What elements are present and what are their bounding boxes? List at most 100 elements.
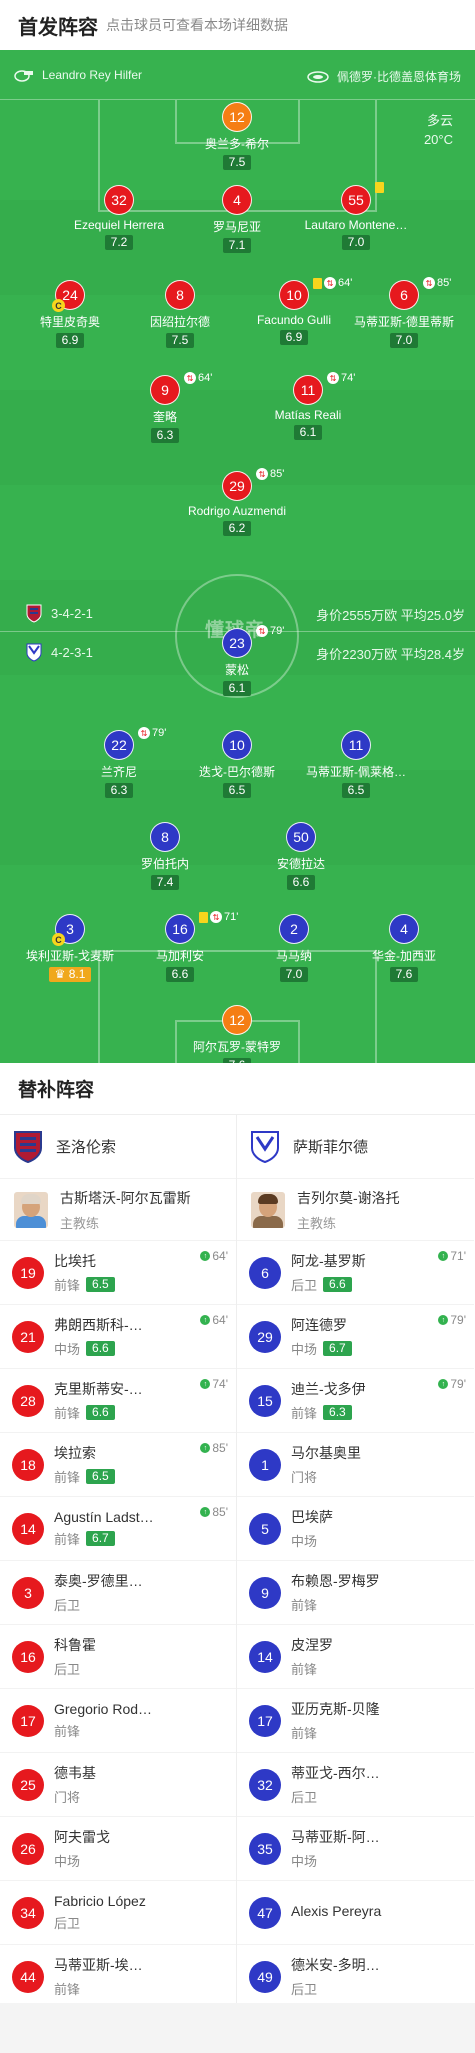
bench-home-team[interactable]: 圣洛伦索: [0, 1115, 236, 1179]
player-name: 马蒂亚斯-佩莱格…: [306, 765, 406, 779]
player-home[interactable]: 55 Lautaro Montene… 7.0: [291, 182, 421, 251]
referee: Leandro Rey Hilfer: [14, 68, 142, 82]
bench-player-info: 比埃托 前锋 6.5: [54, 1251, 164, 1294]
bench-player-row[interactable]: 5 巴埃萨 中场: [237, 1497, 474, 1561]
player-number: 11: [341, 730, 371, 760]
bench-player-row[interactable]: 35 马蒂亚斯-阿… 中场: [237, 1817, 474, 1881]
bench-player-row[interactable]: 15 迪兰-戈多伊 前锋 6.3 ↑ 79': [237, 1369, 474, 1433]
bench-position-text: 前锋: [54, 1982, 81, 1997]
player-rating: 7.6: [389, 967, 419, 982]
bench-player-row[interactable]: 6 阿龙-基罗斯 后卫 6.6 ↑ 71': [237, 1241, 474, 1305]
bench-player-name: 埃拉索: [54, 1445, 96, 1461]
bench-player-number: 5: [249, 1512, 281, 1545]
sub-in-icon: ↑: [438, 1251, 449, 1261]
bench-sub-in: ↑ 64': [200, 1313, 228, 1327]
player-events: ⇅ 74': [327, 372, 355, 384]
bench-player-row[interactable]: 21 弗朗西斯科-… 中场 6.6 ↑ 64': [0, 1305, 236, 1369]
bench-player-row[interactable]: 19 比埃托 前锋 6.5 ↑ 64': [0, 1241, 236, 1305]
bench-player-position: 后卫 6.6: [291, 1275, 401, 1294]
bench-player-name: Fabricio López: [54, 1893, 146, 1909]
bench-player-name: 迪兰-戈多伊: [291, 1381, 366, 1397]
player-away[interactable]: 50 安德拉达 6.6: [236, 822, 366, 891]
sub-minute: 85': [270, 468, 285, 480]
bench-away-coach[interactable]: 吉列尔莫-谢洛托 主教练: [237, 1179, 474, 1241]
player-name: 安德拉达: [276, 857, 325, 871]
player-home[interactable]: 29 ⇅ 85' Rodrigo Auzmendi 6.2: [172, 468, 302, 537]
bench-player-name: 阿夫雷戈: [54, 1829, 110, 1845]
bench-player-rating: 6.6: [323, 1277, 352, 1292]
bench-player-row[interactable]: 9 布赖恩-罗梅罗 前锋: [237, 1561, 474, 1625]
bench-player-row[interactable]: 1 马尔基奥里 门将: [237, 1433, 474, 1497]
bench-player-row[interactable]: 14 皮涅罗 前锋: [237, 1625, 474, 1689]
player-rating: ♛ 8.1: [48, 967, 92, 982]
bench-player-row[interactable]: 32 蒂亚戈-西尔… 后卫: [237, 1753, 474, 1817]
away-team-badge-icon: [26, 643, 42, 662]
player-home[interactable]: 6 ⇅ 85' 马蒂亚斯-德里蒂斯 7.0: [339, 277, 469, 349]
player-name: 罗伯托内: [140, 857, 189, 871]
player-away[interactable]: 11 马蒂亚斯-佩莱格… 6.5: [291, 730, 421, 799]
bench-player-row[interactable]: 28 克里斯蒂安-… 前锋 6.6 ↑ 74': [0, 1369, 236, 1433]
captain-icon: C: [52, 299, 65, 312]
bench-player-row[interactable]: 49 德米安-多明… 后卫: [237, 1945, 474, 2009]
bench-player-number: 16: [12, 1640, 44, 1673]
bench-position-text: 后卫: [54, 1916, 81, 1931]
bench-player-info: Alexis Pereyra: [291, 1903, 401, 1923]
player-away[interactable]: 23 ⇅ 79' 蒙松 6.1: [172, 625, 302, 697]
player-number: 10 ⇅ 64': [279, 277, 352, 310]
bench-player-name: 蒂亚戈-西尔…: [291, 1765, 380, 1781]
player-home[interactable]: 9 ⇅ 64' 奎略 6.3: [100, 372, 230, 444]
bench-player-number: 3: [12, 1576, 44, 1609]
bench-player-position: 前锋 6.5: [54, 1275, 164, 1294]
bench-away-team[interactable]: 萨斯菲尔德: [237, 1115, 474, 1179]
venue-name: 佩德罗·比德盖恩体育场: [337, 70, 461, 84]
player-name: 罗马尼亚: [212, 220, 261, 234]
player-rating: 6.3: [104, 783, 134, 798]
player-name: 兰齐尼: [100, 765, 137, 779]
player-away[interactable]: 16 ⇅ 71' 马加利安 6.6: [115, 911, 245, 983]
bench-home-coach[interactable]: 古斯塔沃-阿尔瓦雷斯 主教练: [0, 1179, 236, 1241]
bench-player-row[interactable]: 26 阿夫雷戈 中场: [0, 1817, 236, 1881]
player-away[interactable]: 10 迭戈-巴尔德斯 6.5: [172, 730, 302, 799]
player-home[interactable]: 11 ⇅ 74' Matías Reali 6.1: [243, 372, 373, 441]
bench-position-text: 前锋: [291, 1662, 318, 1677]
bench-player-position: 中场 6.6: [54, 1339, 164, 1358]
player-away[interactable]: 4 华金-加西亚 7.6: [339, 914, 469, 983]
home-team-badge-icon: [26, 604, 42, 623]
player-home[interactable]: 8 因绍拉尔德 7.5: [115, 280, 245, 349]
bench-player-number: 14: [249, 1640, 281, 1673]
coach-name: 古斯塔沃-阿尔瓦雷斯: [60, 1189, 191, 1206]
bench-player-number: 25: [12, 1768, 44, 1801]
bench-player-row[interactable]: 18 埃拉索 前锋 6.5 ↑ 85': [0, 1433, 236, 1497]
bench-player-row[interactable]: 17 亚历克斯-贝隆 前锋: [237, 1689, 474, 1753]
bench-player-row[interactable]: 25 德韦基 门将: [0, 1753, 236, 1817]
player-name: Matías Reali: [274, 408, 342, 422]
bench-player-position: 前锋: [291, 1595, 401, 1614]
player-away[interactable]: 12 阿尔瓦罗-蒙特罗 7.6: [172, 1005, 302, 1063]
yellow-card-icon: [375, 182, 384, 193]
bench-player-row[interactable]: 17 Gregorio Rod… 前锋: [0, 1689, 236, 1753]
bench-player-row[interactable]: 44 马蒂亚斯-埃… 前锋: [0, 1945, 236, 2009]
player-number: 32: [104, 185, 134, 215]
bench-player-row[interactable]: 29 阿连德罗 中场 6.7 ↑ 79': [237, 1305, 474, 1369]
bench-player-row[interactable]: 34 Fabricio López 后卫: [0, 1881, 236, 1945]
bench-player-number: 35: [249, 1832, 281, 1865]
home-formation: 3-4-2-1: [25, 603, 93, 623]
bench-player-row[interactable]: 16 科鲁霍 后卫: [0, 1625, 236, 1689]
sub-minute: 85': [437, 277, 452, 289]
bench-player-info: 蒂亚戈-西尔… 后卫: [291, 1763, 401, 1806]
player-home[interactable]: 4 罗马尼亚 7.1: [172, 185, 302, 254]
bench-sub-minute: 79': [450, 1377, 466, 1391]
bench-sub-in: ↑ 79': [438, 1313, 466, 1327]
bench-player-row[interactable]: 14 Agustín Ladst… 前锋 6.7 ↑ 85': [0, 1497, 236, 1561]
bench-player-row[interactable]: 3 泰奥-罗德里… 后卫: [0, 1561, 236, 1625]
bench-player-info: 阿龙-基罗斯 后卫 6.6: [291, 1251, 401, 1294]
player-name: 马蒂亚斯-德里蒂斯: [354, 315, 454, 329]
bench-player-number: 17: [12, 1704, 44, 1737]
player-home[interactable]: 12 奥兰多-希尔 7.5: [172, 102, 302, 171]
bench-player-position: 门将: [291, 1467, 401, 1486]
player-away[interactable]: 8 罗伯托内 7.4: [100, 822, 230, 891]
player-away[interactable]: 22 ⇅ 79' 兰齐尼 6.3: [54, 727, 184, 799]
bench-player-row[interactable]: 47 Alexis Pereyra: [237, 1881, 474, 1945]
bench-player-number: 26: [12, 1832, 44, 1865]
player-home[interactable]: 32 Ezequiel Herrera 7.2: [54, 185, 184, 251]
